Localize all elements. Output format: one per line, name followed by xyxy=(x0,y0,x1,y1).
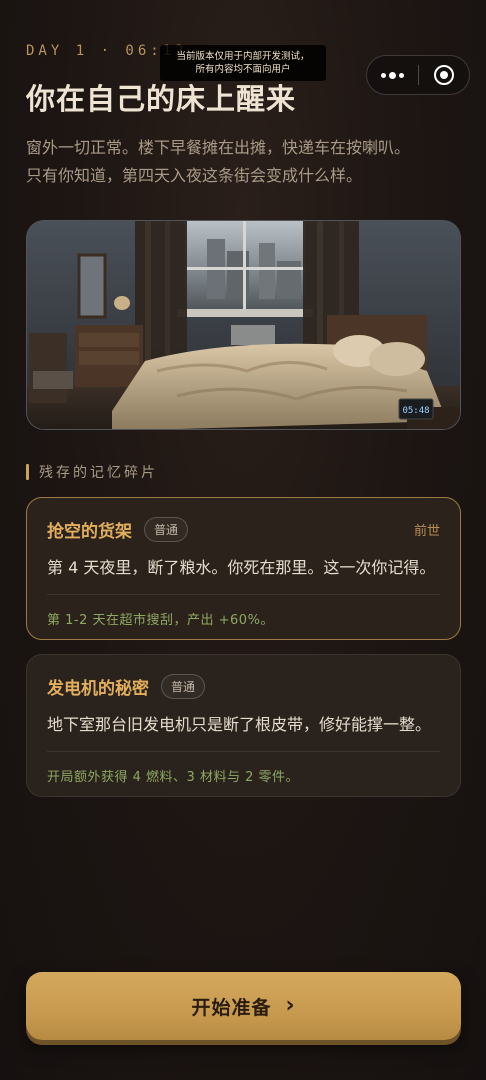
clock-display: 05:48 xyxy=(402,406,429,416)
intro-text: 窗外一切正常。楼下早餐摊在出摊，快递车在按喇叭。 只有你知道，第四天入夜这条街会… xyxy=(26,134,466,190)
memory-card-title: 抢空的货架 xyxy=(47,521,132,542)
memory-card-generator[interactable]: 发电机的秘密 普通 地下室那台旧发电机只是断了根皮带，修好能撑一整。 开局额外获… xyxy=(26,654,461,797)
memory-origin-label: 前世 xyxy=(413,523,440,539)
memory-card-effect: 第 1-2 天在超市搜刮，产出 +60%。 xyxy=(47,613,274,628)
section-accent-bar xyxy=(26,464,29,480)
memory-card-effect: 开局额外获得 4 燃料、3 材料与 2 零件。 xyxy=(47,770,299,785)
memory-card-shelf[interactable]: 抢空的货架 普通 前世 第 4 天夜里，断了粮水。你死在那里。这一次你记得。 第… xyxy=(26,497,461,640)
intro-line-2: 只有你知道，第四天入夜这条街会变成什么样。 xyxy=(26,166,363,185)
card-divider xyxy=(47,594,440,595)
bedroom-scene-image: 05:48 xyxy=(26,220,461,430)
intro-line-1: 窗外一切正常。楼下早餐摊在出摊，快递车在按喇叭。 xyxy=(26,138,411,157)
dev-notice-line-2: 所有内容均不面向用户 xyxy=(195,64,291,75)
page-title: 你在自己的床上醒来 xyxy=(26,82,297,116)
memory-card-description: 地下室那台旧发电机只是断了根皮带，修好能撑一整。 xyxy=(47,715,432,734)
more-dots-icon[interactable] xyxy=(367,56,418,94)
memory-card-title: 发电机的秘密 xyxy=(47,678,149,699)
rarity-tag: 普通 xyxy=(144,516,189,542)
rarity-tag: 普通 xyxy=(161,673,206,699)
memory-card-description: 第 4 天夜里，断了粮水。你死在那里。这一次你记得。 xyxy=(47,558,436,577)
record-circle-icon[interactable] xyxy=(418,56,469,94)
start-prepare-button[interactable]: 开始准备 › xyxy=(26,972,461,1040)
card-divider xyxy=(47,751,440,752)
section-title: 残存的记忆碎片 xyxy=(39,465,158,481)
miniprogram-capsule xyxy=(366,55,470,95)
chevron-right-icon: › xyxy=(285,993,296,1018)
start-button-label: 开始准备 xyxy=(191,996,272,1019)
dev-notice-line-1: 当前版本仅用于内部开发测试， xyxy=(176,51,310,62)
memory-section-header: 残存的记忆碎片 xyxy=(26,462,158,482)
